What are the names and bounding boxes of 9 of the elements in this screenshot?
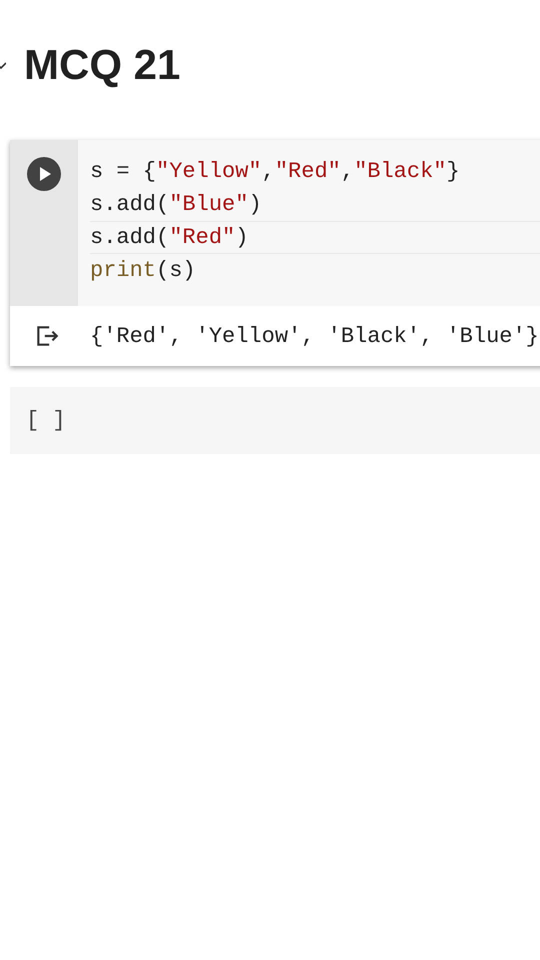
run-button[interactable] — [26, 156, 62, 192]
code-line: print(s) — [90, 257, 197, 285]
cell-prompt: [ ] — [26, 408, 66, 433]
code-line: s.add("Red") — [90, 221, 540, 254]
output-text: {'Red', 'Yellow', 'Black', 'Blue'} — [90, 324, 539, 348]
code-line: s = {"Yellow","Red","Black"} — [90, 158, 461, 186]
code-line: s.add("Blue") — [90, 191, 263, 219]
section-heading: MCQ 21 — [24, 41, 180, 89]
empty-cell[interactable]: [ ] — [10, 387, 540, 454]
